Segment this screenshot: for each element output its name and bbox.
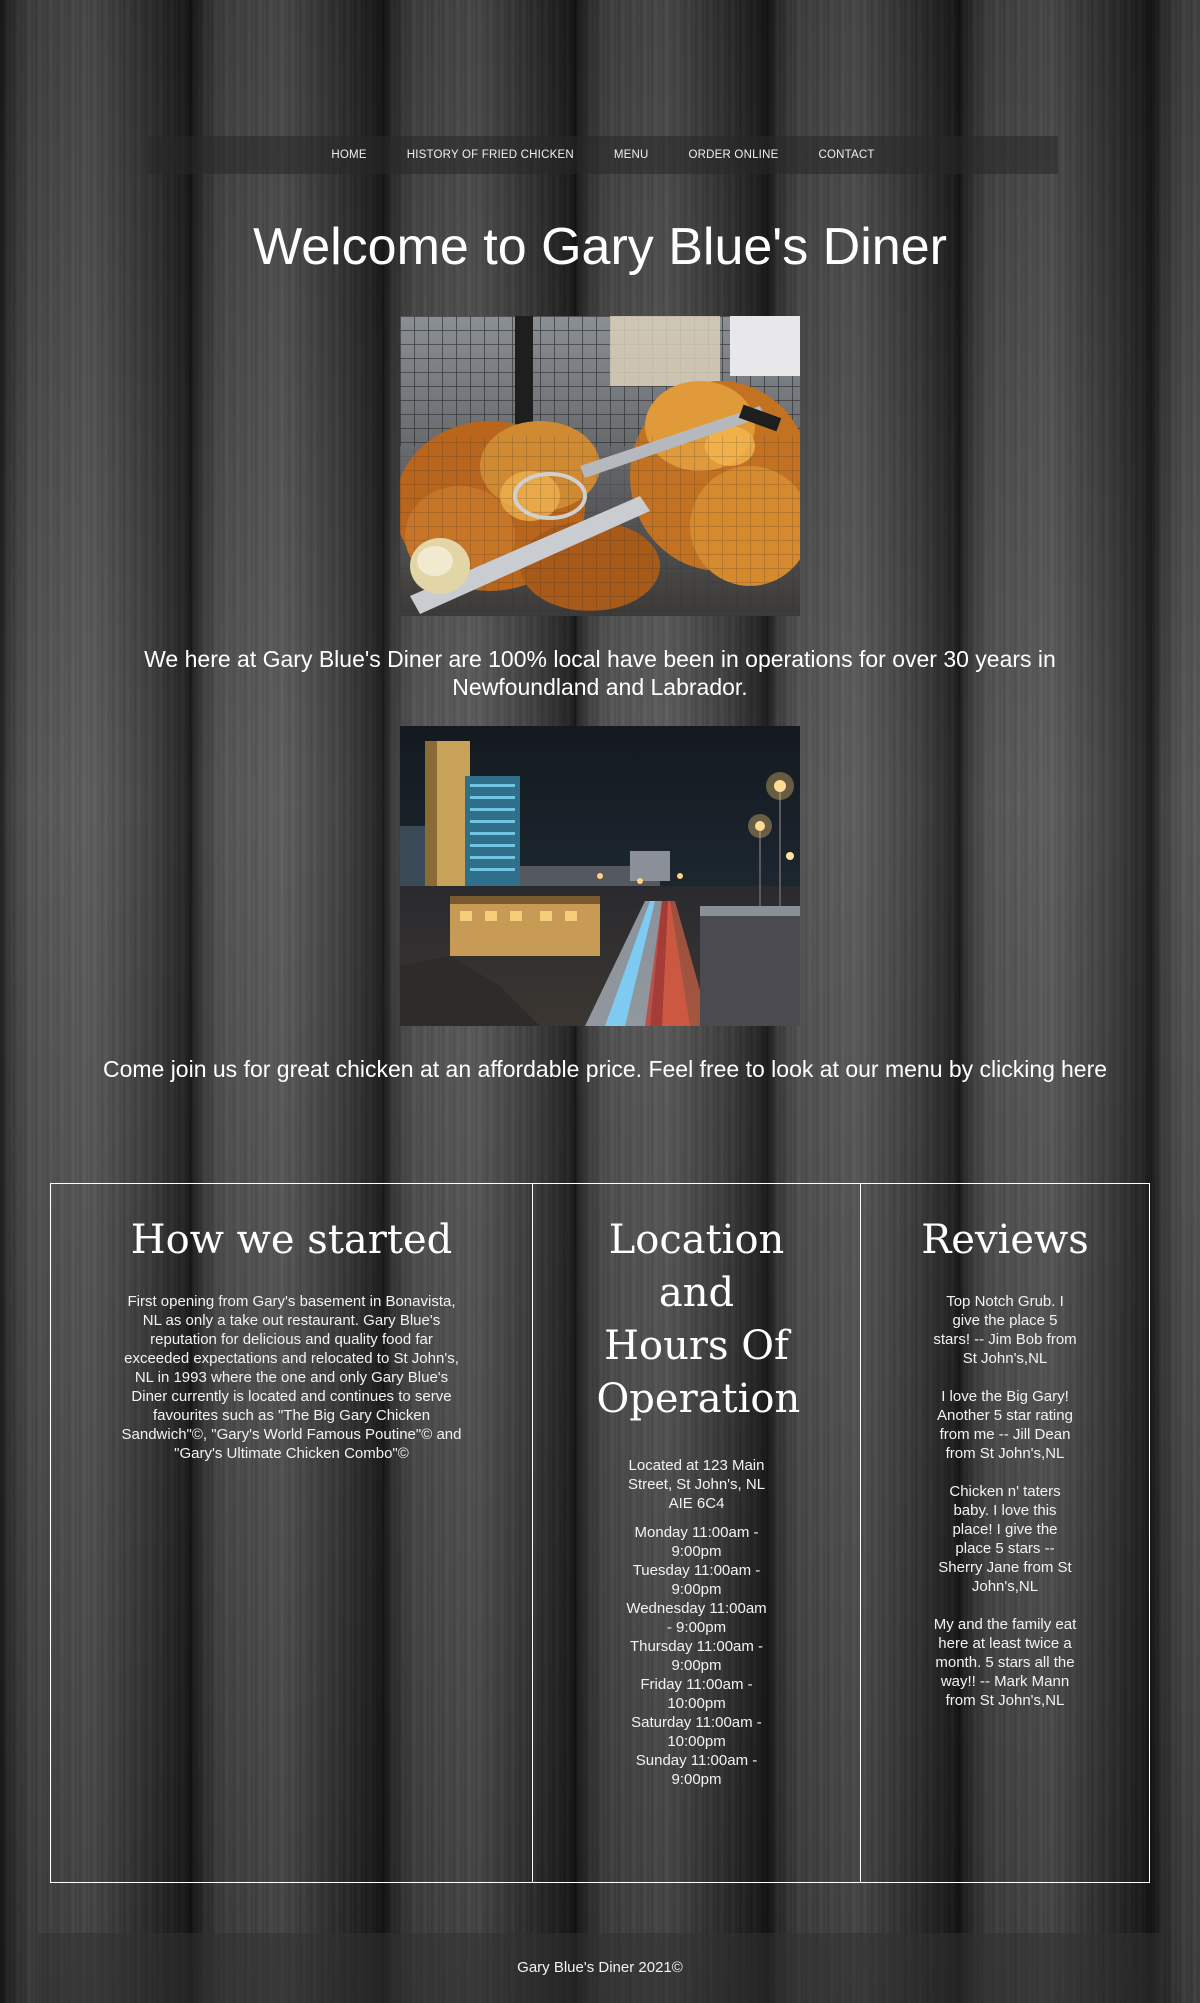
review-item: My and the family eat here at least twic…	[933, 1616, 1077, 1709]
review-item: I love the Big Gary! Another 5 star rati…	[937, 1388, 1073, 1462]
hours-thursday: Thursday 11:00am - 9:00pm	[629, 1638, 764, 1674]
history-panel: How we started First opening from Gary's…	[51, 1184, 532, 1882]
nav-history-link[interactable]: HISTORY OF FRIED CHICKEN	[387, 149, 594, 161]
nav-contact-link[interactable]: CONTACT	[798, 149, 894, 161]
footer-copyright: Gary Blue's Diner 2021©	[517, 1959, 683, 1976]
reviews-panel: Reviews Top Notch Grub. I give the place…	[860, 1184, 1149, 1882]
location-panel: Location and Hours Of Operation Located …	[532, 1184, 860, 1882]
hours-friday: Friday 11:00am - 10:00pm	[640, 1676, 753, 1712]
history-text: First opening from Gary's basement in Bo…	[121, 1293, 462, 1462]
hours-monday: Monday 11:00am - 9:00pm	[634, 1524, 759, 1560]
review-item: Top Notch Grub. I give the place 5 stars…	[933, 1293, 1077, 1367]
hours-list: Monday 11:00am - 9:00pm Tuesday 11:00am …	[624, 1523, 769, 1789]
intro-text: We here at Gary Blue's Diner are 100% lo…	[144, 646, 1056, 700]
hours-wednesday: Wednesday 11:00am - 9:00pm	[626, 1600, 767, 1636]
address-text: Located at 123 Main Street, St John's, N…	[627, 1457, 766, 1512]
footer: Gary Blue's Diner 2021©	[38, 1933, 1162, 2003]
hours-saturday: Saturday 11:00am - 10:00pm	[631, 1714, 762, 1750]
page-title: Welcome to Gary Blue's Diner	[253, 218, 947, 276]
nav-order-online-link[interactable]: ORDER ONLINE	[669, 149, 799, 161]
fried-chicken-photo	[400, 316, 800, 616]
city-night-photo	[400, 726, 800, 1026]
cta-sentence: Come join us for great chicken at an aff…	[102, 1056, 1055, 1082]
info-panels: How we started First opening from Gary's…	[50, 1183, 1150, 1883]
reviews-heading: Reviews	[921, 1217, 1089, 1263]
cta-text: Come join us for great chicken at an aff…	[40, 1055, 1170, 1083]
location-heading: Location and Hours Of Operation	[596, 1217, 801, 1422]
nav-menu-link[interactable]: MENU	[594, 149, 669, 161]
menu-here-link[interactable]: here	[1061, 1056, 1107, 1082]
hours-sunday: Sunday 11:00am - 9:00pm	[635, 1752, 758, 1788]
review-item: Chicken n' taters baby. I love this plac…	[938, 1483, 1072, 1595]
history-heading: How we started	[130, 1217, 453, 1263]
top-nav: HOME HISTORY OF FRIED CHICKEN MENU ORDER…	[148, 136, 1058, 174]
nav-home-link[interactable]: HOME	[311, 149, 386, 161]
hours-tuesday: Tuesday 11:00am - 9:00pm	[632, 1562, 761, 1598]
